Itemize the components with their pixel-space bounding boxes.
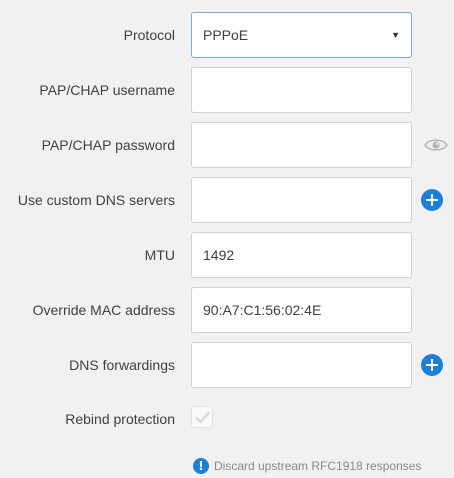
dns-forwardings-row: DNS forwardings: [0, 342, 454, 388]
protocol-selected-value: PPPoE: [203, 27, 249, 43]
dns-servers-label: Use custom DNS servers: [17, 192, 175, 208]
rebind-hint: ! Discard upstream RFC1918 responses: [193, 457, 421, 475]
mac-row: Override MAC address: [0, 287, 454, 333]
rebind-label: Rebind protection: [65, 411, 175, 427]
protocol-row: Protocol PPPoE ▼: [0, 12, 454, 58]
dns-servers-input[interactable]: [191, 177, 412, 223]
dns-forwardings-input[interactable]: [191, 342, 412, 388]
protocol-select[interactable]: PPPoE ▼: [191, 12, 412, 58]
mtu-label: MTU: [144, 247, 175, 263]
username-label: PAP/CHAP username: [39, 82, 175, 98]
protocol-label: Protocol: [123, 27, 175, 43]
eye-icon[interactable]: [424, 134, 448, 156]
dns-servers-row: Use custom DNS servers: [0, 177, 454, 223]
checkmark-icon: [195, 411, 210, 424]
password-input[interactable]: [191, 122, 412, 168]
mtu-input[interactable]: [191, 232, 412, 278]
username-row: PAP/CHAP username: [0, 67, 454, 113]
rebind-checkbox[interactable]: [191, 406, 213, 428]
add-dns-forwarding-icon[interactable]: [421, 354, 443, 376]
mac-label: Override MAC address: [32, 302, 175, 318]
rebind-row: Rebind protection: [0, 396, 454, 442]
mtu-row: MTU: [0, 232, 454, 278]
password-row: PAP/CHAP password: [0, 122, 454, 168]
add-dns-server-icon[interactable]: [421, 189, 443, 211]
username-input[interactable]: [191, 67, 412, 113]
mac-input[interactable]: [191, 287, 412, 333]
password-label: PAP/CHAP password: [41, 137, 175, 153]
rebind-hint-text: Discard upstream RFC1918 responses: [214, 459, 422, 473]
info-icon: !: [193, 458, 209, 474]
chevron-down-icon: ▼: [391, 30, 400, 40]
dns-forwardings-label: DNS forwardings: [69, 357, 175, 373]
pppoe-settings-form: Protocol PPPoE ▼ PAP/CHAP username PAP/C…: [0, 0, 454, 478]
